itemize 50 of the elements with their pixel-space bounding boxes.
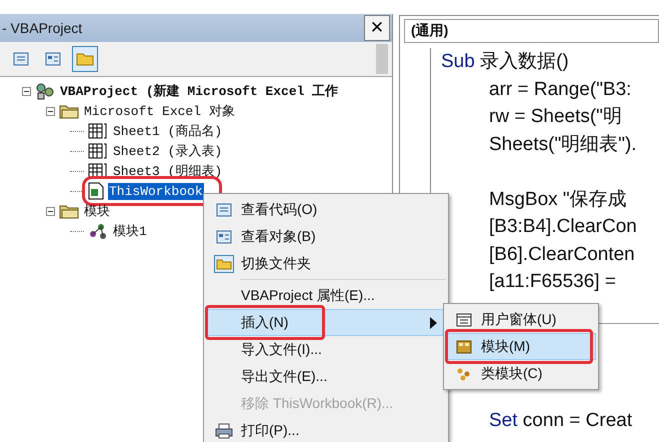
tree-item[interactable]: 模块1 [112, 221, 148, 241]
tree-item[interactable]: VBAProject (新建 Microsoft Excel 工作 [59, 81, 340, 101]
workbook-icon [88, 182, 104, 200]
folder-icon [59, 103, 79, 119]
form-icon [456, 312, 472, 326]
code-line: [B3:B4].ClearCon [488, 215, 638, 239]
tree-item[interactable]: Sheet2 (录入表) [112, 141, 224, 161]
view-code-icon [216, 202, 232, 216]
folder-icon [214, 254, 234, 272]
printer-icon [215, 422, 233, 438]
code-line: MsgBox "保存成 [488, 188, 628, 212]
folder-icon [76, 52, 94, 66]
module-icon [456, 340, 472, 354]
view-object-icon [216, 230, 232, 244]
close-button[interactable]: ✕ [364, 15, 390, 41]
tree-item[interactable]: 模块 [83, 201, 111, 221]
code-line: Sheets("明细表"). [488, 132, 638, 156]
menu-item[interactable]: 查看对象(B) [206, 223, 446, 250]
scrollbar[interactable] [376, 44, 388, 74]
tree-item[interactable]: Microsoft Excel 对象 [83, 101, 236, 121]
view-object-icon [45, 52, 61, 66]
menu-item[interactable]: 导出文件(E)... [206, 363, 446, 390]
class-module-icon [456, 366, 472, 380]
tree-item[interactable]: Sheet1 (商品名) [112, 121, 224, 141]
toolbar-button[interactable] [72, 46, 98, 72]
menu-item[interactable]: 切换文件夹 [206, 250, 446, 277]
project-icon [35, 82, 55, 100]
module-icon [88, 222, 108, 240]
code-line: [a11:F65536] = [488, 270, 617, 294]
menu-item[interactable]: 查看代码(O) [206, 196, 446, 223]
window-title: - VBAProject [2, 20, 82, 36]
code-line: Set conn = Creat [488, 408, 634, 432]
code-line: Sub 录入数据() [441, 50, 570, 74]
code-line: arr = Range("B3: [488, 78, 632, 102]
tree-item[interactable]: ThisWorkbook [108, 182, 204, 200]
code-line: rw = Sheets("明 [488, 105, 623, 129]
sheet-icon [88, 142, 108, 160]
menu-item[interactable]: 打印(P)... [206, 417, 446, 442]
collapse-icon[interactable] [22, 86, 31, 96]
menu-item[interactable]: VBAProject 属性(E)... [206, 282, 446, 309]
code-line: [B6].ClearConten [488, 242, 636, 266]
collapse-icon[interactable] [46, 106, 55, 116]
menu-item[interactable]: 类模块(C) [446, 360, 596, 387]
sheet-icon [88, 122, 108, 140]
object-dropdown[interactable]: (通用) [404, 19, 659, 43]
view-code-icon [13, 52, 29, 66]
menu-item[interactable]: 导入文件(I)... [206, 336, 446, 363]
collapse-icon[interactable] [46, 206, 55, 216]
menu-item[interactable]: 用户窗体(U) [446, 306, 596, 333]
folder-icon [59, 203, 79, 219]
